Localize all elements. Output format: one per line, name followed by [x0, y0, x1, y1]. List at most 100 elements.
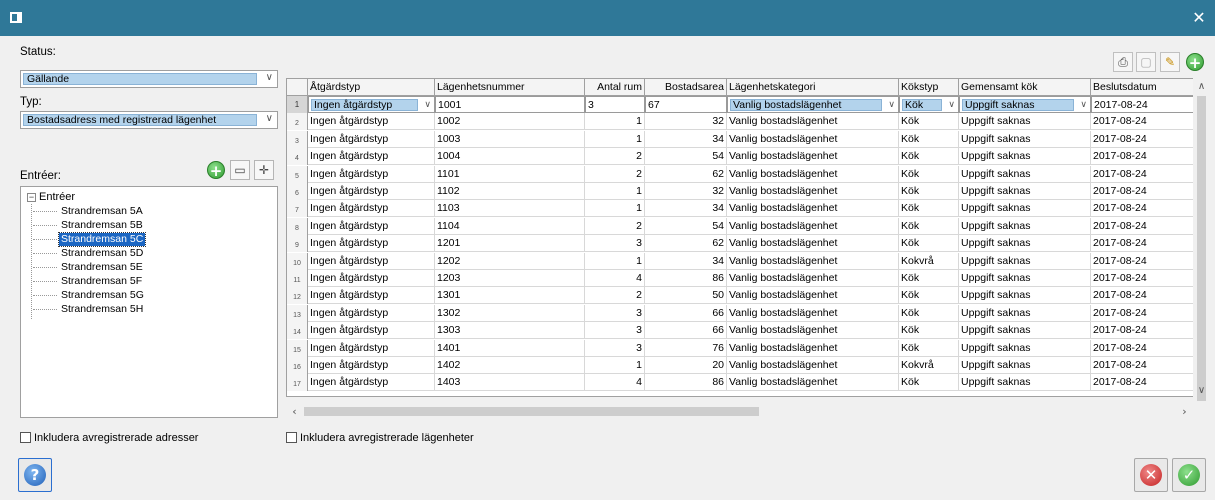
- table-cell[interactable]: 1103: [435, 200, 585, 218]
- table-cell[interactable]: 2017-08-24: [1091, 374, 1195, 391]
- table-row[interactable]: 7 Ingen åtgärdstyp 1103 1 34 Vanlig bostadslä…: [287, 200, 1195, 218]
- table-cell[interactable]: 3: [585, 322, 645, 340]
- table-cell[interactable]: Vanlig bostadslägenhet: [727, 357, 899, 374]
- include-addresses-checkbox[interactable]: Inkludera avregistrerade adresser: [20, 432, 198, 444]
- column-header[interactable]: Lägenhetskategori: [727, 79, 899, 96]
- table-cell[interactable]: Kök: [899, 183, 959, 200]
- table-cell[interactable]: 2017-08-24: [1091, 183, 1195, 200]
- scroll-up-icon[interactable]: ∧: [1193, 78, 1210, 95]
- table-cell[interactable]: 1202: [435, 252, 585, 270]
- table-cell[interactable]: 2017-08-24: [1091, 200, 1195, 217]
- table-cell[interactable]: 2017-08-24: [1091, 287, 1195, 304]
- table-cell[interactable]: Uppgift saknas: [959, 130, 1091, 148]
- table-cell[interactable]: 1403: [435, 374, 585, 392]
- tree-item-selected[interactable]: Strandremsan 5C: [32, 232, 147, 247]
- table-cell[interactable]: Kök: [899, 130, 959, 148]
- table-cell[interactable]: Vanlig bostadslägenhet: [727, 217, 899, 235]
- cell-input[interactable]: 1001: [435, 96, 585, 113]
- table-cell[interactable]: 1104: [435, 217, 585, 235]
- tree-item[interactable]: Strandremsan 5H: [32, 303, 145, 316]
- horizontal-scrollbar[interactable]: ‹ ›: [286, 403, 1193, 420]
- table-cell[interactable]: Uppgift saknas: [959, 339, 1091, 357]
- cancel-button[interactable]: ✕: [1134, 458, 1168, 492]
- table-row-editing[interactable]: 1 Ingen åtgärdstyp ∨ 1001 3 67 Vanlig bostadsl…: [287, 96, 1195, 113]
- entreer-tree[interactable]: − Entréer Strandremsan 5A Strandremsan 5B…: [20, 186, 278, 418]
- table-cell[interactable]: Ingen åtgärdstyp: [308, 357, 435, 374]
- table-cell[interactable]: Kök: [899, 339, 959, 357]
- chevron-down-icon[interactable]: ∨: [1080, 97, 1087, 112]
- table-cell[interactable]: Uppgift saknas: [959, 165, 1091, 183]
- table-cell[interactable]: 2017-08-24: [1091, 131, 1195, 148]
- close-icon[interactable]: ✕: [1189, 8, 1209, 28]
- table-row[interactable]: 16 Ingen åtgärdstyp 1402 1 20 Vanlig bostadsl…: [287, 357, 1195, 374]
- table-cell[interactable]: Kök: [899, 113, 959, 131]
- table-cell[interactable]: 4: [585, 270, 645, 287]
- table-cell[interactable]: 1: [585, 200, 645, 218]
- table-cell[interactable]: 20: [645, 357, 727, 374]
- table-cell[interactable]: Vanlig bostadslägenhet: [727, 270, 899, 287]
- table-cell[interactable]: Ingen åtgärdstyp: [308, 374, 435, 392]
- tree-item[interactable]: Strandremsan 5D: [32, 247, 145, 260]
- tree-item[interactable]: Strandremsan 5G: [33, 289, 146, 302]
- table-cell[interactable]: Vanlig bostadslägenhet: [727, 287, 899, 305]
- table-cell[interactable]: 3: [585, 235, 645, 253]
- table-cell[interactable]: Ingen åtgärdstyp: [308, 235, 435, 253]
- table-cell[interactable]: 1201: [435, 235, 585, 253]
- table-row[interactable]: 15 Ingen åtgärdstyp 1401 3 76 Vanlig bostadsl…: [287, 339, 1195, 357]
- table-cell[interactable]: Ingen åtgärdstyp: [308, 183, 435, 200]
- status-select[interactable]: Gällande ∨: [20, 70, 278, 88]
- table-cell[interactable]: Uppgift saknas: [959, 235, 1091, 253]
- scroll-left-icon[interactable]: ‹: [286, 403, 303, 420]
- table-cell[interactable]: Ingen åtgärdstyp: [308, 165, 435, 183]
- row-header[interactable]: 2: [287, 113, 308, 131]
- table-row[interactable]: 13 Ingen åtgärdstyp 1302 3 66 Vanlig bostadsl…: [287, 304, 1195, 322]
- tree-item[interactable]: Strandremsan 5E: [33, 261, 145, 274]
- table-cell[interactable]: Ingen åtgärdstyp: [308, 339, 435, 357]
- table-cell[interactable]: 54: [645, 217, 727, 235]
- rename-entre-button[interactable]: ▭: [230, 160, 250, 180]
- table-cell[interactable]: 50: [645, 287, 727, 305]
- table-cell[interactable]: Uppgift saknas: [959, 374, 1091, 392]
- table-cell[interactable]: Ingen åtgärdstyp: [308, 130, 435, 148]
- table-cell[interactable]: 34: [645, 252, 727, 270]
- table-cell[interactable]: Uppgift saknas: [959, 183, 1091, 200]
- row-header[interactable]: 4: [287, 148, 308, 166]
- table-cell[interactable]: 1003: [435, 130, 585, 148]
- chevron-down-icon[interactable]: ∨: [948, 97, 955, 112]
- ok-button[interactable]: ✓: [1172, 458, 1206, 492]
- table-cell[interactable]: Uppgift saknas: [959, 217, 1091, 235]
- table-row[interactable]: 2 Ingen åtgärdstyp 1002 1 32 Vanlig bostadslä…: [287, 113, 1195, 131]
- table-cell[interactable]: 3: [585, 339, 645, 357]
- table-cell[interactable]: Ingen åtgärdstyp: [308, 200, 435, 218]
- table-cell[interactable]: 2017-08-24: [1091, 305, 1195, 322]
- scroll-right-icon[interactable]: ›: [1176, 403, 1193, 420]
- table-cell[interactable]: Kök: [899, 287, 959, 305]
- row-header[interactable]: 8: [287, 217, 308, 235]
- table-cell[interactable]: Uppgift saknas: [959, 304, 1091, 322]
- table-cell[interactable]: 1: [585, 113, 645, 131]
- table-cell[interactable]: 2: [585, 165, 645, 183]
- table-cell[interactable]: Vanlig bostadslägenhet: [727, 165, 899, 183]
- checkbox-box[interactable]: [20, 432, 31, 443]
- edit-button[interactable]: ✎: [1160, 52, 1180, 72]
- scroll-thumb[interactable]: [304, 407, 759, 416]
- table-cell[interactable]: 1301: [435, 287, 585, 305]
- tree-item[interactable]: Strandremsan 5B: [33, 219, 145, 232]
- tree-root[interactable]: − Entréer: [27, 191, 75, 203]
- table-cell[interactable]: 1: [585, 130, 645, 148]
- table-cell[interactable]: 76: [645, 339, 727, 357]
- table-cell[interactable]: 2: [585, 217, 645, 235]
- chevron-down-icon[interactable]: ∨: [424, 97, 431, 112]
- table-cell[interactable]: Uppgift saknas: [959, 200, 1091, 218]
- table-row[interactable]: 9 Ingen åtgärdstyp 1201 3 62 Vanlig bostadslä…: [287, 235, 1195, 253]
- table-cell[interactable]: 86: [645, 374, 727, 392]
- table-cell[interactable]: 32: [645, 183, 727, 200]
- table-cell[interactable]: 66: [645, 322, 727, 340]
- print-button[interactable]: ⎙: [1113, 52, 1133, 72]
- table-cell[interactable]: 1: [585, 357, 645, 374]
- table-cell[interactable]: Ingen åtgärdstyp: [308, 270, 435, 287]
- paste-button[interactable]: ▢: [1136, 52, 1156, 72]
- tree-item[interactable]: Strandremsan 5A: [33, 205, 145, 218]
- table-cell[interactable]: Kök: [899, 217, 959, 235]
- tree-item[interactable]: Strandremsan 5F: [32, 275, 144, 288]
